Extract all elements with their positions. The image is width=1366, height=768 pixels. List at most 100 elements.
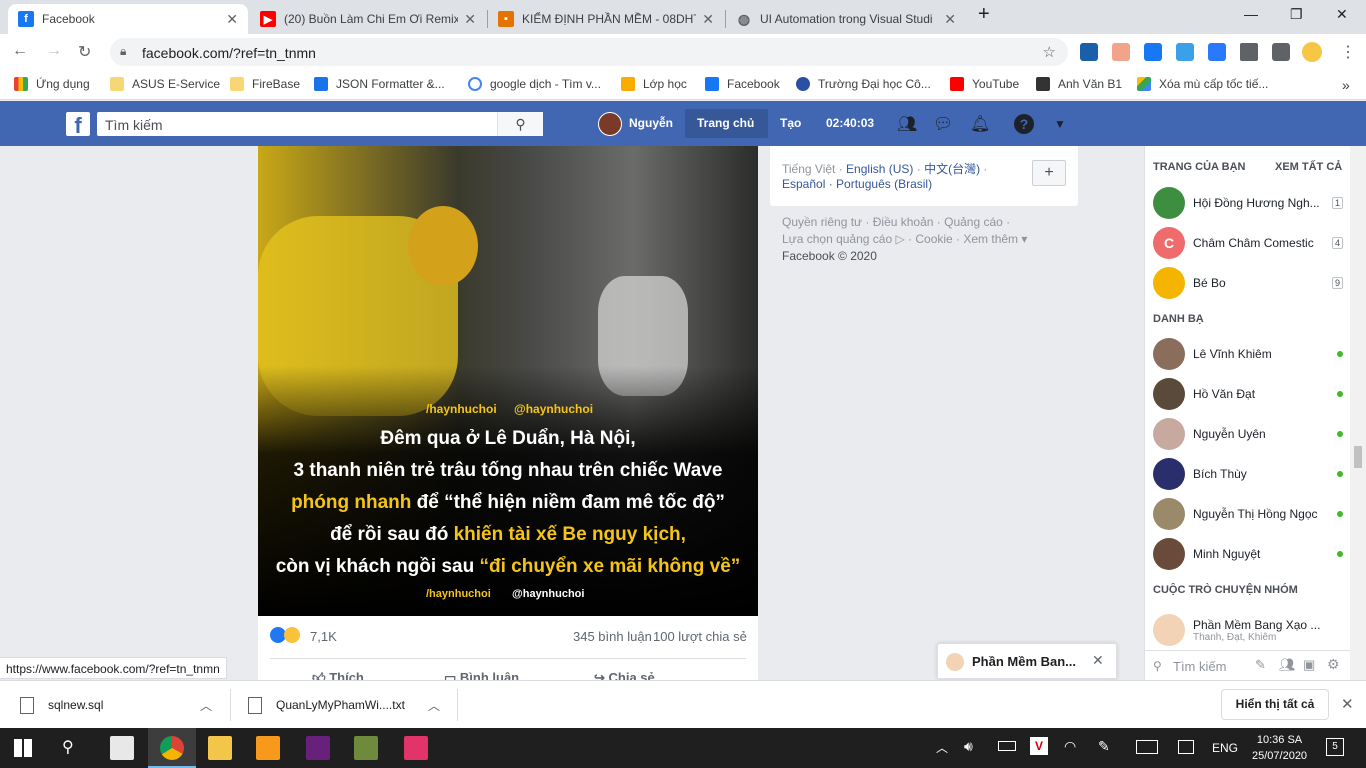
- extension-icon[interactable]: [1080, 43, 1098, 61]
- group-chat-item[interactable]: Phần Mềm Bang Xạo ... Thanh, Đạt, Khiêm: [1153, 610, 1343, 650]
- close-window-button[interactable]: ✕: [1336, 6, 1348, 23]
- close-icon[interactable]: ✕: [702, 11, 714, 28]
- forward-icon[interactable]: →: [46, 42, 62, 60]
- sidebar-page-item[interactable]: C Châm Châm Comestic 4: [1153, 226, 1343, 260]
- notification-center-icon[interactable]: 5: [1326, 738, 1344, 756]
- app-icon[interactable]: [354, 736, 378, 760]
- bookmark-item[interactable]: Lớp học: [621, 77, 687, 91]
- tab-classroom[interactable]: ▪ KIỂM ĐỊNH PHẦN MỀM - 08DHT ✕: [488, 4, 724, 34]
- sidebar-page-item[interactable]: Bé Bo 9: [1153, 266, 1343, 300]
- avatar[interactable]: [1302, 42, 1322, 62]
- facebook-logo[interactable]: f: [66, 112, 90, 138]
- gear-icon[interactable]: ⚙: [1327, 656, 1340, 673]
- keyboard-icon[interactable]: [1136, 740, 1158, 754]
- profile-link[interactable]: Nguyễn: [629, 116, 673, 130]
- input-language[interactable]: ENG: [1212, 741, 1238, 755]
- messenger-icon[interactable]: 💬︎: [933, 114, 953, 134]
- tab-ui-automation[interactable]: ◍ UI Automation trong Visual Studi ✕: [726, 4, 966, 34]
- search-icon[interactable]: ⚲: [497, 112, 543, 136]
- maximize-button[interactable]: ❐: [1290, 6, 1303, 23]
- sublime-icon[interactable]: [256, 736, 280, 760]
- search-icon[interactable]: ⚲: [62, 737, 74, 757]
- bookmark-item[interactable]: JSON Formatter &...: [314, 77, 445, 91]
- antivirus-icon[interactable]: V: [1030, 737, 1048, 755]
- minimize-button[interactable]: —: [1244, 6, 1258, 22]
- clock[interactable]: 10:36 SA 25/07/2020: [1252, 732, 1307, 764]
- post-image[interactable]: /haynhuchoi @haynhuchoi Đêm qua ở Lê Duẩ…: [258, 146, 758, 616]
- bookmark-apps[interactable]: Ứng dụng: [14, 77, 90, 91]
- visual-studio-icon[interactable]: [306, 736, 330, 760]
- windows-start-icon[interactable]: [14, 739, 32, 757]
- footer-line[interactable]: Lựa chọn quảng cáo ▷ · Cookie · Xem thêm…: [782, 231, 1072, 248]
- notifications-icon[interactable]: 🔔︎: [970, 114, 990, 134]
- chevron-up-icon[interactable]: ︿: [428, 697, 440, 714]
- create-link[interactable]: Tạo: [780, 116, 801, 130]
- contact-item[interactable]: Minh Nguyệt: [1153, 537, 1343, 571]
- close-icon[interactable]: ✕: [464, 11, 476, 28]
- contact-item[interactable]: Lê Vĩnh Khiêm: [1153, 337, 1343, 371]
- chrome-icon[interactable]: [160, 736, 184, 760]
- add-language-button[interactable]: +: [1032, 160, 1066, 186]
- download-item[interactable]: sqlnew.sql ︿: [20, 681, 220, 729]
- extension-icon[interactable]: [1112, 43, 1130, 61]
- puzzle-icon[interactable]: [1240, 43, 1258, 61]
- chevron-up-icon[interactable]: ︿: [936, 739, 948, 756]
- close-icon[interactable]: ✕: [944, 11, 956, 28]
- battery-icon[interactable]: [998, 741, 1016, 751]
- sidebar-page-item[interactable]: Hội Đồng Hương Ngh... 1: [1153, 186, 1343, 220]
- extension-icon[interactable]: [1208, 43, 1226, 61]
- download-item[interactable]: QuanLyMyPhamWi....txt ︿: [248, 681, 448, 729]
- avatar[interactable]: [598, 112, 622, 136]
- bookmark-item[interactable]: Trường Đại học Cô...: [796, 77, 931, 91]
- address-bar[interactable]: 🔒︎ facebook.com/?ref=tn_tnmn ☆: [110, 38, 1068, 66]
- sidebar-search[interactable]: ⚲ Tìm kiếm ✎ 👥︎ ▣ ⚙: [1145, 650, 1351, 680]
- video-icon[interactable]: ▣: [1303, 657, 1315, 673]
- volume-icon[interactable]: 🔊︎: [964, 738, 973, 755]
- search-input[interactable]: Tìm kiếm ⚲: [97, 112, 543, 136]
- back-icon[interactable]: ←: [12, 42, 28, 60]
- extension-icon[interactable]: [1176, 43, 1194, 61]
- language-link[interactable]: Español: [782, 177, 825, 191]
- app-icon[interactable]: [404, 736, 428, 760]
- see-all-link[interactable]: XEM TẤT CẢ: [1275, 161, 1342, 173]
- tab-youtube[interactable]: ▶ (20) Buồn Làm Chi Em Ơi Remix, ✕: [250, 4, 486, 34]
- language-link[interactable]: English (US): [846, 162, 913, 176]
- chevron-down-icon[interactable]: ▼: [1050, 114, 1070, 134]
- wifi-icon[interactable]: ◠: [1064, 738, 1076, 755]
- media-icon[interactable]: [1272, 43, 1290, 61]
- language-link[interactable]: 中文(台灣): [924, 162, 980, 176]
- close-icon[interactable]: ✕: [1092, 652, 1104, 669]
- chat-tab[interactable]: Phần Mềm Ban... ✕: [937, 643, 1117, 679]
- edit-icon[interactable]: ✎: [1255, 657, 1266, 673]
- reload-icon[interactable]: ↻: [78, 42, 91, 62]
- comment-count[interactable]: 345 bình luận: [573, 629, 652, 644]
- reaction-count[interactable]: 7,1K: [310, 629, 337, 644]
- bookmark-item[interactable]: google dịch - Tìm v...: [468, 77, 601, 91]
- chevron-up-icon[interactable]: ︿: [200, 697, 212, 714]
- menu-icon[interactable]: ⋮: [1340, 42, 1356, 62]
- bookmark-item[interactable]: YouTube: [950, 77, 1019, 91]
- language-link[interactable]: Português (Brasil): [836, 177, 932, 191]
- help-icon[interactable]: ?: [1014, 114, 1034, 134]
- task-view-icon[interactable]: [110, 736, 134, 760]
- pen-icon[interactable]: ✎: [1098, 738, 1110, 755]
- bookmark-item[interactable]: Xóa mù cấp tốc tiế...: [1137, 77, 1268, 91]
- desktop-icon[interactable]: [1178, 740, 1194, 754]
- close-icon[interactable]: ✕: [1341, 695, 1354, 713]
- bookmark-item[interactable]: Anh Văn B1: [1036, 77, 1122, 91]
- bookmark-item[interactable]: Facebook: [705, 77, 780, 91]
- contact-item[interactable]: Nguyễn Uyên: [1153, 417, 1343, 451]
- friends-icon[interactable]: 👥︎: [897, 114, 917, 134]
- close-icon[interactable]: ✕: [226, 11, 238, 28]
- tab-facebook[interactable]: f Facebook ✕: [8, 4, 248, 34]
- contact-item[interactable]: Hồ Văn Đạt: [1153, 377, 1343, 411]
- show-all-downloads-button[interactable]: Hiển thị tất cả: [1221, 689, 1329, 720]
- scrollbar[interactable]: [1350, 146, 1366, 680]
- share-count[interactable]: 100 lượt chia sẻ: [653, 629, 747, 644]
- file-explorer-icon[interactable]: [208, 736, 232, 760]
- contact-item[interactable]: Nguyễn Thị Hồng Ngọc: [1153, 497, 1343, 531]
- footer-line[interactable]: Quyền riêng tư · Điều khoản · Quảng cáo …: [782, 214, 1072, 231]
- home-link[interactable]: Trang chủ: [697, 116, 754, 130]
- bookmark-star-icon[interactable]: ☆: [1043, 43, 1056, 61]
- facebook-extension-icon[interactable]: [1144, 43, 1162, 61]
